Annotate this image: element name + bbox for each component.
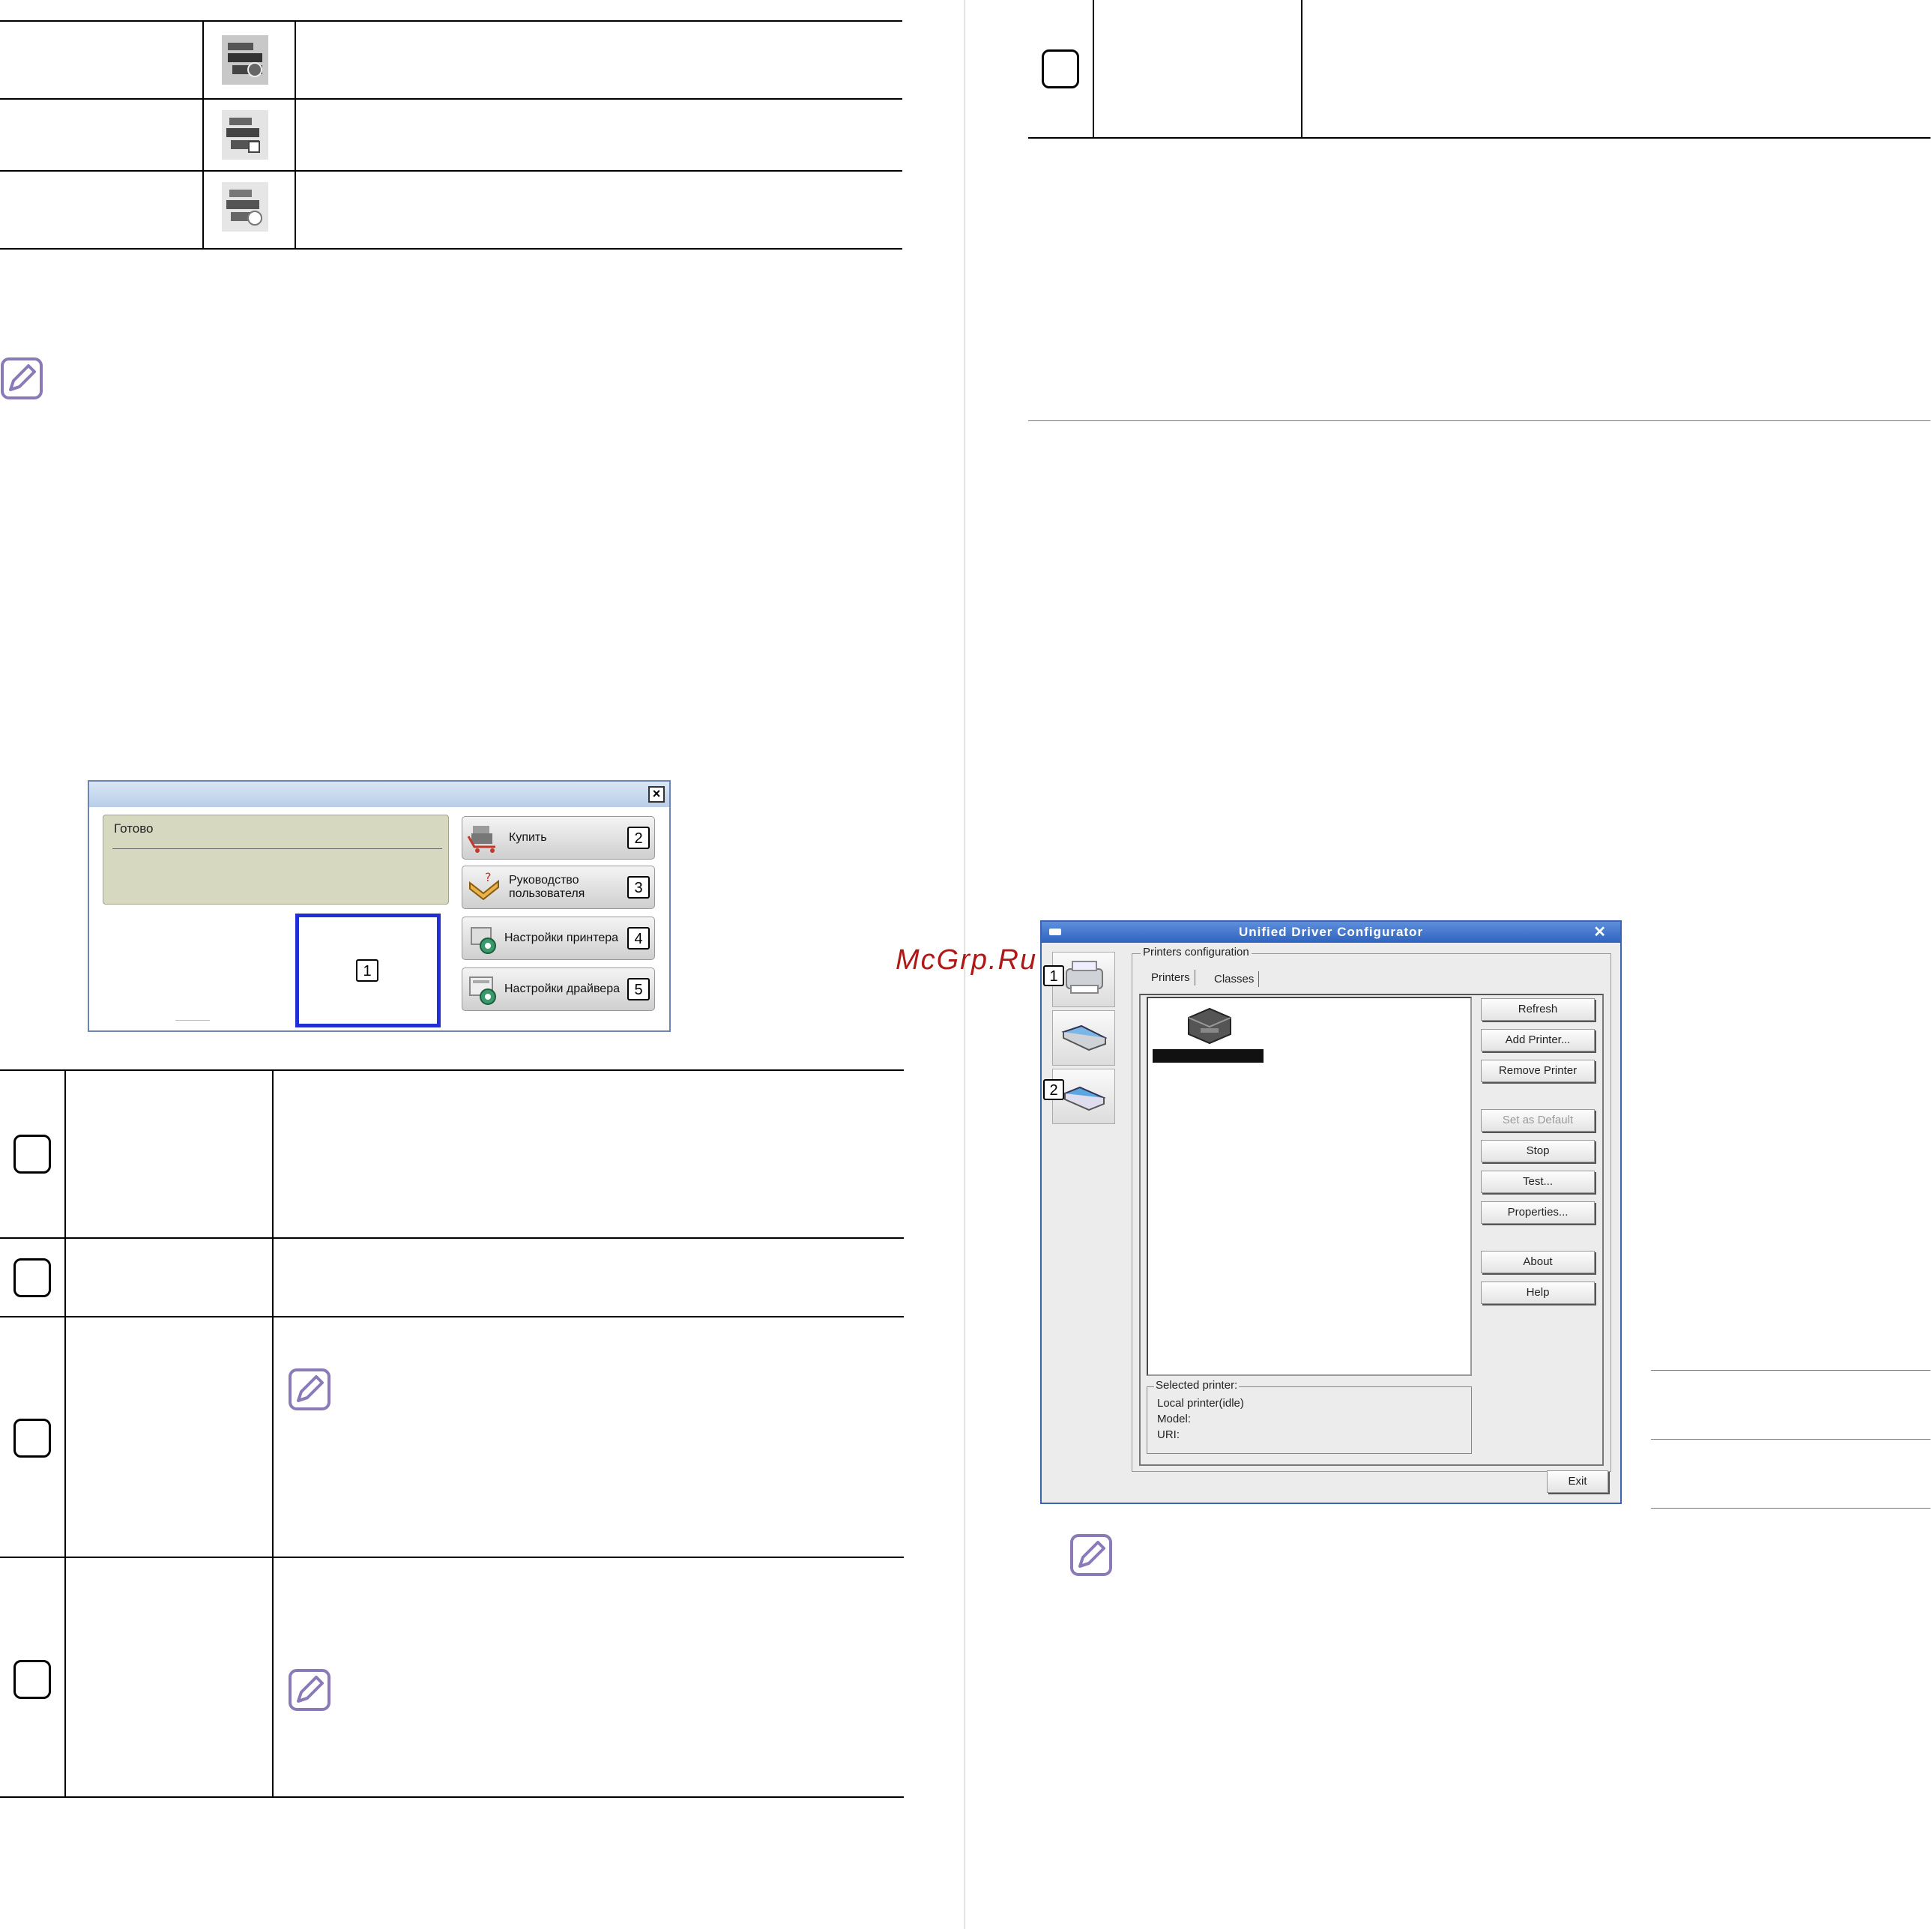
status-window-titlebar: × bbox=[89, 782, 669, 807]
selected-printer-model: Model: bbox=[1157, 1413, 1192, 1425]
divider bbox=[175, 1020, 210, 1021]
table-rule bbox=[0, 1316, 904, 1317]
test-button[interactable]: Test... bbox=[1481, 1171, 1595, 1193]
printer-gear-icon bbox=[471, 927, 496, 954]
watermark: McGrp.Ru bbox=[896, 944, 1038, 976]
close-icon[interactable]: × bbox=[648, 786, 665, 803]
row-number-box bbox=[13, 1419, 51, 1458]
printer-settings-label: Настройки принтера bbox=[504, 932, 619, 944]
scanner-icon bbox=[1061, 1024, 1108, 1051]
row-number-box bbox=[13, 1258, 51, 1297]
help-button[interactable]: Help bbox=[1481, 1282, 1595, 1304]
shopping-cart-icon bbox=[467, 826, 495, 853]
table-rule bbox=[0, 1796, 904, 1798]
table-rule bbox=[0, 1237, 904, 1239]
selected-printer-uri: URI: bbox=[1157, 1428, 1180, 1441]
driver-gear-icon bbox=[469, 976, 496, 1005]
printer-list[interactable] bbox=[1147, 997, 1472, 1376]
table-rule bbox=[1651, 1439, 1931, 1440]
driver-settings-button[interactable]: Настройки драйвера 5 bbox=[462, 967, 655, 1011]
section-rule bbox=[1028, 420, 1931, 421]
user-guide-label-line2: пользователя bbox=[509, 887, 585, 900]
row-number-box bbox=[13, 1135, 51, 1174]
table-divider bbox=[64, 1069, 66, 1798]
scanners-config-side-button[interactable] bbox=[1052, 1010, 1115, 1066]
refresh-button[interactable]: Refresh bbox=[1481, 998, 1595, 1021]
callout-2: 2 bbox=[627, 827, 650, 849]
close-icon[interactable]: ✕ bbox=[1593, 922, 1607, 943]
printer-icon bbox=[1188, 1007, 1231, 1045]
printer-settings-button[interactable]: Настройки принтера 4 bbox=[462, 917, 655, 960]
toner-level-area: 1 bbox=[295, 914, 441, 1027]
status-message-panel: Готово bbox=[103, 815, 449, 905]
table-rule bbox=[0, 98, 902, 100]
table-divider bbox=[202, 20, 204, 250]
printer-status-icon bbox=[222, 35, 268, 85]
printer-status-icon bbox=[222, 182, 268, 232]
user-guide-button[interactable]: ? Руководство пользователя 3 bbox=[462, 866, 655, 909]
divider bbox=[112, 848, 442, 849]
udc-titlebar: Unified Driver Configurator ✕ bbox=[1042, 922, 1620, 943]
udc-window: Unified Driver Configurator ✕ 1 2 Printe… bbox=[1040, 920, 1622, 1504]
table-rule bbox=[0, 20, 902, 22]
group-title: Printers configuration bbox=[1141, 946, 1252, 959]
table-divider bbox=[272, 1069, 274, 1798]
callout-3: 3 bbox=[627, 876, 650, 899]
udc-title: Unified Driver Configurator bbox=[1238, 925, 1424, 939]
svg-text:?: ? bbox=[485, 871, 492, 884]
table-rule bbox=[1651, 1370, 1931, 1371]
buy-label: Купить bbox=[509, 831, 547, 844]
properties-button[interactable]: Properties... bbox=[1481, 1201, 1595, 1224]
note-icon bbox=[1070, 1534, 1112, 1576]
add-printer-button[interactable]: Add Printer... bbox=[1481, 1029, 1595, 1051]
status-window: × Готово 1 Купить 2 ? Руководство пользов… bbox=[88, 780, 671, 1032]
remove-printer-button[interactable]: Remove Printer bbox=[1481, 1060, 1595, 1082]
window-menu-icon[interactable] bbox=[1049, 929, 1061, 935]
driver-settings-label: Настройки драйвера bbox=[504, 982, 620, 995]
table-rule bbox=[0, 248, 902, 250]
user-guide-label: Руководство пользователя bbox=[509, 866, 585, 908]
tab-printers[interactable]: Printers bbox=[1147, 970, 1195, 985]
table-rule bbox=[0, 1069, 904, 1071]
buy-button[interactable]: Купить 2 bbox=[462, 816, 655, 860]
callout-2: 2 bbox=[1043, 1079, 1064, 1100]
set-as-default-button[interactable]: Set as Default bbox=[1481, 1109, 1595, 1132]
callout-4: 4 bbox=[627, 927, 650, 950]
table-rule bbox=[1651, 1508, 1931, 1509]
note-icon bbox=[289, 1669, 330, 1711]
tab-classes[interactable]: Classes bbox=[1210, 971, 1260, 987]
note-icon bbox=[289, 1368, 330, 1410]
port-icon bbox=[1063, 1086, 1106, 1111]
row-number-box bbox=[1042, 49, 1079, 88]
printer-icon bbox=[1066, 961, 1103, 994]
table-rule bbox=[0, 170, 902, 172]
table-divider bbox=[1093, 0, 1094, 138]
about-button[interactable]: About bbox=[1481, 1251, 1595, 1273]
selected-printer-status: Local printer(idle) bbox=[1157, 1397, 1244, 1410]
user-guide-label-line1: Руководство bbox=[509, 874, 579, 887]
table-divider bbox=[1301, 0, 1302, 138]
row-number-box bbox=[13, 1660, 51, 1699]
status-message: Готово bbox=[114, 821, 154, 836]
table-rule bbox=[1028, 137, 1931, 139]
book-icon: ? bbox=[469, 871, 499, 901]
callout-5: 5 bbox=[627, 978, 650, 1000]
selected-printer-title: Selected printer: bbox=[1154, 1379, 1240, 1392]
selected-printer-name-bar[interactable] bbox=[1153, 1049, 1264, 1063]
table-divider bbox=[295, 20, 296, 250]
callout-1: 1 bbox=[1043, 965, 1064, 986]
printer-status-icon bbox=[222, 110, 268, 160]
stop-button[interactable]: Stop bbox=[1481, 1140, 1595, 1162]
note-icon bbox=[1, 357, 43, 399]
callout-1: 1 bbox=[356, 959, 378, 982]
table-rule bbox=[0, 1557, 904, 1558]
exit-button[interactable]: Exit bbox=[1547, 1470, 1608, 1493]
